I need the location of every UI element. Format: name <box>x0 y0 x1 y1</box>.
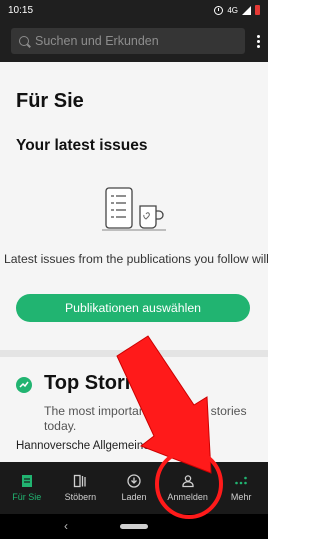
nav-item-stoebern[interactable]: Stöbern <box>54 462 108 514</box>
nav-item-laden[interactable]: Laden <box>107 462 161 514</box>
top-bar: Suchen und Erkunden <box>0 20 268 62</box>
battery-icon <box>255 5 260 15</box>
signal-icon <box>242 5 251 15</box>
nav-label: Stöbern <box>64 492 97 502</box>
page-title: Für Sie <box>16 90 84 112</box>
trending-icon <box>16 377 32 393</box>
select-publications-button[interactable]: Publikationen auswählen <box>16 294 250 322</box>
main-content[interactable]: Für Sie Your latest issues Latest issues… <box>0 62 268 462</box>
book-icon <box>21 475 32 487</box>
nav-label: Für Sie <box>12 492 42 502</box>
browse-icon <box>74 474 87 488</box>
search-icon <box>19 36 29 46</box>
top-stories-subtitle: The most important front page stories to… <box>44 404 247 433</box>
nav-label: Mehr <box>230 492 252 502</box>
nav-item-fuer-sie[interactable]: Für Sie <box>0 462 54 514</box>
nav-label: Laden <box>121 492 147 502</box>
status-time: 10:15 <box>8 4 34 16</box>
home-pill-icon[interactable] <box>120 524 148 529</box>
overflow-menu-icon[interactable] <box>257 35 260 48</box>
story-source[interactable]: Hannoversche Allgemeine <box>16 440 150 452</box>
status-icons: 4G <box>214 5 260 15</box>
back-icon[interactable]: ‹ <box>64 519 68 533</box>
download-icon <box>127 474 141 488</box>
search-placeholder: Suchen und Erkunden <box>35 34 159 48</box>
more-dots-icon <box>235 476 247 485</box>
nav-item-anmelden[interactable]: Anmelden <box>161 462 215 514</box>
top-stories-title: Top Stories <box>44 372 153 394</box>
empty-issues-message: Latest issues from the publications you … <box>4 252 268 266</box>
alarm-icon <box>214 5 224 15</box>
person-icon <box>181 475 194 488</box>
nav-label: Anmelden <box>167 492 208 502</box>
nav-item-mehr[interactable]: Mehr <box>214 462 268 514</box>
network-label: 4G <box>227 5 238 15</box>
bottom-navigation: Für Sie Stöbern Laden Anmelden Mehr <box>0 462 268 514</box>
status-bar: 10:15 4G <box>0 0 268 20</box>
section-divider <box>0 350 268 357</box>
section-title-latest-issues: Your latest issues <box>16 137 148 154</box>
search-input[interactable]: Suchen und Erkunden <box>11 28 245 54</box>
tablet-and-cup-illustration <box>102 187 166 231</box>
system-navigation-bar: ‹ <box>0 514 268 539</box>
